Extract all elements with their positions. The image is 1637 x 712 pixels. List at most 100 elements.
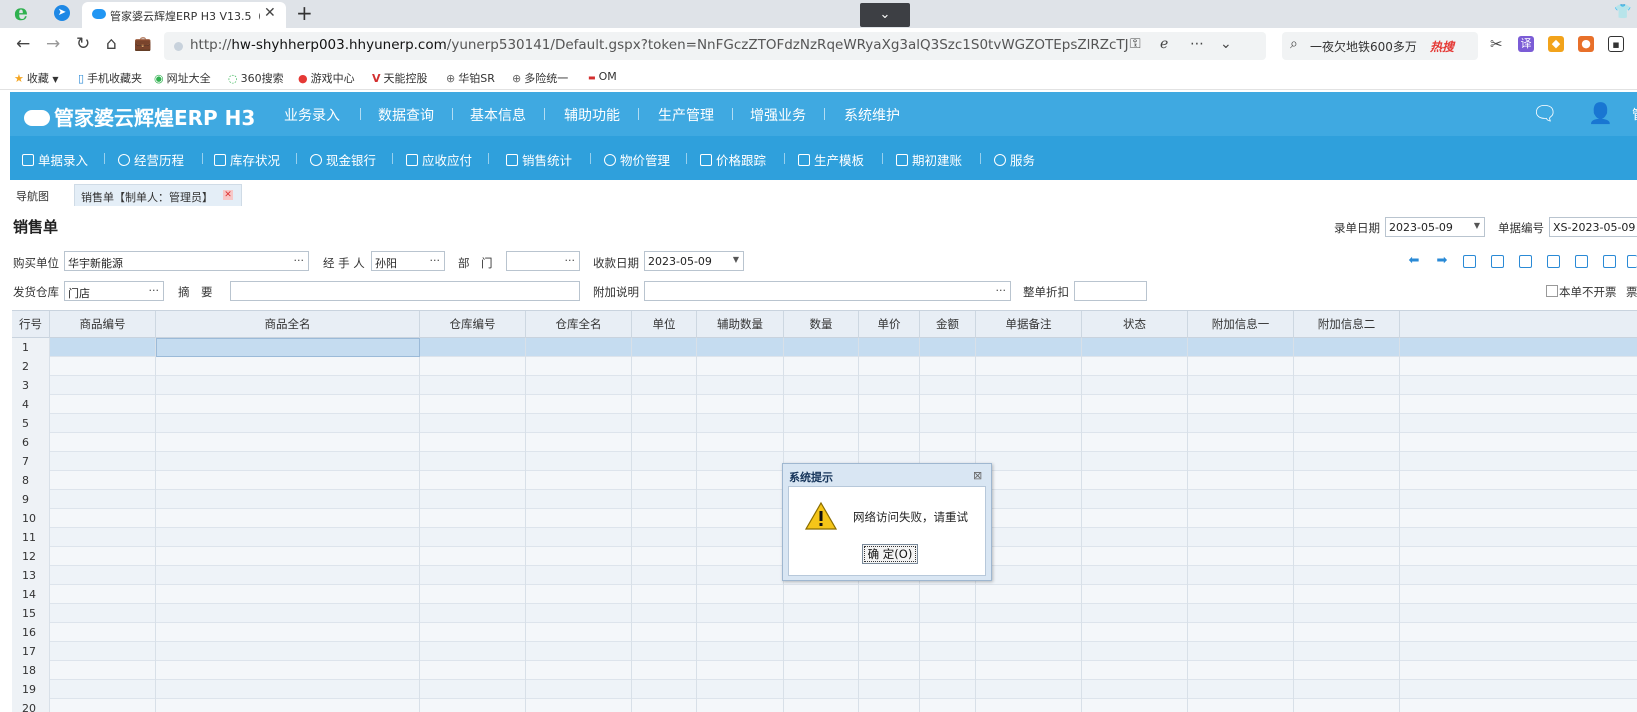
more-icon[interactable]: ··· — [430, 254, 441, 267]
doc-no-field[interactable]: XS-2023-05-09 — [1549, 217, 1637, 237]
key-icon[interactable]: ⚿ — [1130, 36, 1141, 52]
address-url[interactable]: http://hw-shyhherp003.hhyunerp.com/yuner… — [190, 37, 1130, 53]
more-icon[interactable]: ⋯ — [1190, 36, 1204, 52]
ie-mode-icon[interactable]: ℯ — [1160, 36, 1168, 52]
active-cell[interactable] — [156, 338, 420, 357]
warehouse-field[interactable]: 门店 ··· — [64, 281, 164, 301]
reload-icon[interactable]: ↻ — [76, 34, 90, 54]
pay-date-field[interactable]: 2023-05-09 ▼ — [644, 251, 744, 271]
print-icon[interactable] — [1491, 255, 1504, 268]
column-header[interactable]: 单价 — [859, 311, 920, 338]
barcode-icon[interactable] — [1463, 255, 1476, 268]
forward-icon[interactable]: → — [46, 34, 60, 54]
ok-button[interactable]: 确 定(O) — [862, 544, 918, 564]
dialog-close-icon[interactable]: ⊠ — [973, 469, 982, 482]
table-row[interactable]: 18 — [12, 661, 1637, 680]
column-header[interactable]: 仓库全名 — [526, 311, 632, 338]
address-bar[interactable]: http://hw-shyhherp003.hhyunerp.com/yuner… — [164, 32, 1266, 60]
more-icon[interactable]: ··· — [996, 284, 1007, 297]
config-icon[interactable] — [1603, 255, 1616, 268]
import-icon[interactable] — [1575, 255, 1588, 268]
next-record-icon[interactable]: ➡ — [1434, 253, 1450, 269]
quick-price-tracking[interactable]: 价格跟踪 — [700, 150, 766, 169]
column-header[interactable]: 辅助数量 — [697, 311, 784, 338]
bookmark-360[interactable]: ◌ 360搜索 — [228, 70, 284, 86]
quick-service[interactable]: 服务 — [994, 150, 1035, 169]
bookmark-huabo[interactable]: ⊕ 华铂SR — [446, 70, 495, 86]
scissors-icon[interactable]: ✂ — [1490, 35, 1503, 53]
table-row[interactable]: 4 — [12, 395, 1637, 414]
table-row[interactable]: 14 — [12, 585, 1637, 604]
quick-receivable-payable[interactable]: 应收应付 — [406, 150, 472, 169]
table-row[interactable]: 15 — [12, 604, 1637, 623]
handler-field[interactable]: 孙阳 ··· — [371, 251, 445, 271]
user-icon[interactable]: 👤 — [1588, 101, 1613, 125]
table-row[interactable]: 6 — [12, 433, 1637, 452]
quick-doc-entry[interactable]: 单据录入 — [22, 150, 88, 169]
column-header[interactable]: 商品编号 — [50, 311, 156, 338]
table-row[interactable]: 5 — [12, 414, 1637, 433]
dept-field[interactable]: ··· — [506, 251, 580, 271]
column-header[interactable]: 附加信息二 — [1294, 311, 1400, 338]
site-info-icon[interactable] — [174, 42, 183, 51]
extension-translate-icon[interactable]: 译 — [1518, 36, 1534, 52]
tab-navigation-map[interactable]: 导航图 — [16, 188, 49, 204]
quick-sales-stats[interactable]: 销售统计 — [506, 150, 572, 169]
table-row[interactable]: 16 — [12, 623, 1637, 642]
entry-date-field[interactable]: 2023-05-09 ▼ — [1385, 217, 1485, 237]
extra-note-field[interactable]: ··· — [644, 281, 1011, 301]
column-header[interactable]: 商品全名 — [156, 311, 420, 338]
tab-close-icon[interactable]: ✕ — [223, 190, 233, 200]
pinned-tab-icon[interactable]: ➤ — [54, 5, 70, 21]
table-row[interactable]: 20 — [12, 699, 1637, 712]
menu-aux-functions[interactable]: 辅助功能 — [564, 105, 620, 125]
quick-production-template[interactable]: 生产模板 — [798, 150, 864, 169]
table-row[interactable]: 19 — [12, 680, 1637, 699]
column-header[interactable]: 状态 — [1082, 311, 1188, 338]
search-suggestion[interactable]: 一夜欠地铁600多万 — [1310, 38, 1417, 55]
column-header[interactable]: 单位 — [632, 311, 697, 338]
bookmark-om[interactable]: ▬ OM — [588, 70, 617, 83]
user-name[interactable]: 管 — [1632, 104, 1637, 123]
quick-operating-history[interactable]: 经营历程 — [118, 150, 184, 169]
more-icon[interactable]: ··· — [149, 284, 160, 297]
menu-basic-info[interactable]: 基本信息 — [470, 105, 526, 125]
quick-inventory-status[interactable]: 库存状况 — [214, 150, 280, 169]
skin-icon[interactable]: 👕 — [1614, 4, 1631, 20]
table-row[interactable]: 17 — [12, 642, 1637, 661]
extension-shield-icon[interactable]: ◆ — [1548, 36, 1564, 52]
more-icon[interactable]: ··· — [294, 254, 305, 267]
tab-close-icon[interactable]: ✕ — [264, 5, 276, 21]
quick-opening-balance[interactable]: 期初建账 — [896, 150, 962, 169]
back-icon[interactable]: ← — [16, 34, 30, 54]
column-header[interactable]: 数量 — [784, 311, 859, 338]
column-header[interactable]: 仓库编号 — [420, 311, 526, 338]
chevron-down-icon[interactable]: ⌄ — [1220, 36, 1232, 52]
tab-sales-order[interactable]: 销售单【制单人：管理员】 ✕ — [74, 184, 242, 206]
quick-cash-bank[interactable]: 现金银行 — [310, 150, 376, 169]
extension-game-icon[interactable]: ● — [1578, 36, 1594, 52]
no-invoice-checkbox[interactable] — [1546, 285, 1558, 297]
preview-icon[interactable] — [1519, 255, 1532, 268]
buyer-field[interactable]: 华宇新能源 ··· — [64, 251, 309, 271]
browser-tab-active[interactable]: 管家婆云辉煌ERP H3 V13.5（ ✕ — [82, 2, 286, 28]
tab-list-dropdown-icon[interactable]: ⌄ — [860, 3, 910, 27]
briefcase-icon[interactable]: 💼 — [134, 36, 151, 52]
bookmark-nav[interactable]: ◉ 网址大全 — [154, 70, 211, 86]
bookmark-mobile[interactable]: ▯ 手机收藏夹 — [78, 70, 142, 86]
menu-enhanced[interactable]: 增强业务 — [750, 105, 806, 125]
message-icon[interactable]: 🗨 — [1532, 101, 1557, 125]
column-header[interactable]: 附加信息一 — [1188, 311, 1294, 338]
bookmark-insurance[interactable]: ⊕ 多险统一 — [512, 70, 568, 86]
bookmark-games[interactable]: ● 游戏中心 — [298, 70, 355, 86]
quick-price-management[interactable]: 物价管理 — [604, 150, 670, 169]
menu-production[interactable]: 生产管理 — [658, 105, 714, 125]
menu-system[interactable]: 系统维护 — [844, 105, 900, 125]
column-header[interactable]: 金额 — [920, 311, 976, 338]
column-header[interactable]: 行号 — [12, 311, 50, 338]
search-box[interactable]: ⌕ 一夜欠地铁600多万 热搜 — [1282, 32, 1478, 60]
bookmark-tianneng[interactable]: V 天能控股 — [372, 70, 428, 86]
discount-field[interactable] — [1074, 281, 1147, 301]
layout-icon[interactable] — [1627, 255, 1637, 268]
menu-data-query[interactable]: 数据查询 — [378, 105, 434, 125]
